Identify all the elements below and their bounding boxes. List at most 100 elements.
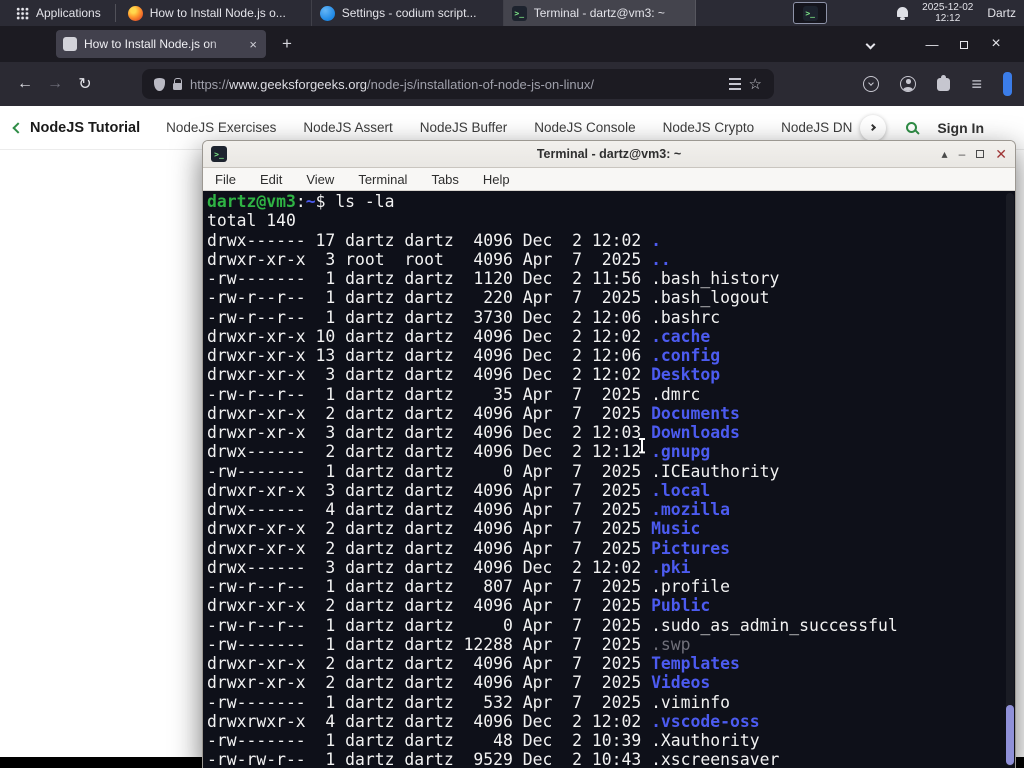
pocket-icon[interactable] xyxy=(863,76,880,92)
site-nav-link[interactable]: NodeJS DNS xyxy=(781,120,852,135)
taskbar-item-firefox[interactable]: How to Install Node.js o... xyxy=(120,0,312,26)
codium-icon xyxy=(319,5,335,21)
tray-terminal-launcher[interactable] xyxy=(793,2,828,24)
tab-overflow-chevron-icon[interactable] xyxy=(865,39,876,49)
new-tab-button[interactable]: + xyxy=(276,34,298,54)
menu-item-view[interactable]: View xyxy=(306,172,334,187)
lock-icon[interactable] xyxy=(173,77,183,90)
url-prefix: https:// xyxy=(190,76,230,92)
site-nav-active-item[interactable]: NodeJS Tutorial xyxy=(30,120,140,136)
terminal-window-icon xyxy=(211,146,227,162)
tracking-shield-icon[interactable] xyxy=(154,77,165,91)
menu-item-edit[interactable]: Edit xyxy=(260,172,282,187)
terminal-line: drwxr-xr-x 3 root root 4096 Apr 7 2025 .… xyxy=(207,249,671,269)
toolbar-right-icons: ≡ xyxy=(863,72,1014,96)
refresh-icon[interactable]: ↻ xyxy=(70,69,100,99)
panel-clock[interactable]: 2025-12-02 12:12 xyxy=(922,2,973,25)
terminal-line: drwxr-xr-x 2 dartz dartz 4096 Apr 7 2025… xyxy=(207,519,701,539)
tab-close-icon[interactable]: × xyxy=(247,37,259,52)
terminal-line: drwxr-xr-x 10 dartz dartz 4096 Dec 2 12:… xyxy=(207,326,711,346)
site-nav-links: NodeJS Exercises NodeJS Assert NodeJS Buff… xyxy=(166,120,852,135)
terminal-line: drwxr-xr-x 2 dartz dartz 4096 Apr 7 2025… xyxy=(207,673,711,693)
terminal-line: drwxrwxr-x 4 dartz dartz 4096 Dec 2 12:0… xyxy=(207,711,760,731)
terminal-line: drwxr-xr-x 2 dartz dartz 4096 Apr 7 2025… xyxy=(207,403,740,423)
site-nav-link[interactable]: NodeJS Buffer xyxy=(420,120,508,135)
reader-mode-icon[interactable] xyxy=(728,78,741,90)
tab-favicon xyxy=(63,37,77,51)
panel-user-label[interactable]: Dartz xyxy=(987,6,1016,20)
menu-item-terminal[interactable]: Terminal xyxy=(358,172,407,187)
terminal-line: drwxr-xr-x 2 dartz dartz 4096 Apr 7 2025… xyxy=(207,596,711,616)
url-host: www.geeksforgeeks.org xyxy=(229,76,368,92)
terminal-line: -rw-r--r-- 1 dartz dartz 35 Apr 7 2025 .… xyxy=(207,384,701,404)
site-nav-link[interactable]: NodeJS Assert xyxy=(303,120,392,135)
search-icon[interactable] xyxy=(906,122,918,133)
url-bar[interactable]: https://www.geeksforgeeks.org/node-js/in… xyxy=(142,69,774,99)
terminal-line: -rw-rw-r-- 1 dartz dartz 9529 Dec 2 10:4… xyxy=(207,750,780,768)
window-controls: — × xyxy=(865,35,1024,53)
terminal-line: drwx------ 2 dartz dartz 4096 Dec 2 12:1… xyxy=(207,442,711,462)
terminal-line: total 140 xyxy=(207,211,296,231)
site-nav-right: Sign In xyxy=(860,114,1010,141)
notification-bell-icon[interactable] xyxy=(897,7,909,20)
tab-bar: How to Install Node.js on × + — × xyxy=(0,26,1024,62)
close-icon[interactable]: ✕ xyxy=(995,146,1007,163)
terminal-titlebar[interactable]: Terminal - dartz@vm3: ~ ▴ – ✕ xyxy=(203,141,1015,168)
terminal-screen[interactable]: dartz@vm3:~$ ls -la total 140 drwx------ 1… xyxy=(203,191,1015,768)
clock-date: 2025-12-02 xyxy=(922,1,974,13)
site-nav-link[interactable]: NodeJS Console xyxy=(534,120,635,135)
mouse-cursor-ibeam xyxy=(638,438,646,453)
terminal-line: drwx------ 17 dartz dartz 4096 Dec 2 12:… xyxy=(207,230,661,250)
terminal-line: drwxr-xr-x 2 dartz dartz 4096 Apr 7 2025… xyxy=(207,538,731,558)
terminal-line: -rw------- 1 dartz dartz 532 Apr 7 2025 … xyxy=(207,692,731,712)
terminal-line: -rw-r--r-- 1 dartz dartz 220 Apr 7 2025 … xyxy=(207,288,770,308)
shade-icon[interactable]: ▴ xyxy=(942,147,948,161)
terminal-line: drwx------ 3 dartz dartz 4096 Dec 2 12:0… xyxy=(207,557,691,577)
terminal-line: -rw-r--r-- 1 dartz dartz 807 Apr 7 2025 … xyxy=(207,577,731,596)
sidebar-toggle-icon[interactable] xyxy=(1003,72,1012,96)
terminal-scrollbar-track[interactable] xyxy=(1006,193,1014,766)
menu-item-help[interactable]: Help xyxy=(483,172,510,187)
menu-item-file[interactable]: File xyxy=(215,172,236,187)
terminal-menubar: File Edit View Terminal Tabs Help xyxy=(203,168,1015,191)
back-icon[interactable]: ← xyxy=(10,69,40,99)
navigation-toolbar: ← → ↻ https://www.geeksforgeeks.org/node… xyxy=(0,62,1024,106)
terminal-title: Terminal - dartz@vm3: ~ xyxy=(536,147,682,161)
menu-item-tabs[interactable]: Tabs xyxy=(431,172,458,187)
maximize-icon[interactable] xyxy=(976,147,985,161)
browser-tab[interactable]: How to Install Node.js on × xyxy=(56,30,266,58)
account-icon[interactable] xyxy=(900,76,917,92)
terminal-line: -rw-r--r-- 1 dartz dartz 3730 Dec 2 12:0… xyxy=(207,307,721,327)
minimize-icon[interactable]: — xyxy=(916,37,948,52)
terminal-window-controls: ▴ – ✕ xyxy=(942,146,1007,163)
desktop: Applications How to Install Node.js o...… xyxy=(0,0,1024,768)
terminal-scrollbar-thumb[interactable] xyxy=(1006,705,1014,765)
terminal-line: -rw-r--r-- 1 dartz dartz 0 Apr 7 2025 .s… xyxy=(207,615,898,635)
firefox-icon xyxy=(127,5,143,21)
terminal-line: -rw------- 1 dartz dartz 12288 Apr 7 202… xyxy=(207,634,691,654)
applications-label: Applications xyxy=(36,6,101,20)
terminal-output: dartz@vm3:~$ ls -la total 140 drwx------ 1… xyxy=(207,192,1015,768)
terminal-line: -rw------- 1 dartz dartz 48 Dec 2 10:39 … xyxy=(207,731,760,750)
bookmark-star-icon[interactable]: ☆ xyxy=(749,77,762,92)
minimize-icon[interactable]: – xyxy=(959,147,966,161)
sign-in-button[interactable]: Sign In xyxy=(937,120,984,136)
url-text: https://www.geeksforgeeks.org/node-js/in… xyxy=(190,77,721,92)
taskbar-item-codium[interactable]: Settings - codium script... xyxy=(312,0,504,26)
top-panel: Applications How to Install Node.js o...… xyxy=(0,0,1024,26)
site-nav-link[interactable]: NodeJS Crypto xyxy=(663,120,755,135)
maximize-icon[interactable] xyxy=(948,37,980,52)
close-icon[interactable]: × xyxy=(980,35,1012,53)
extensions-icon[interactable] xyxy=(937,74,951,91)
terminal-line: -rw------- 1 dartz dartz 0 Apr 7 2025 .I… xyxy=(207,461,780,481)
nav-scroll-right-button[interactable] xyxy=(860,114,887,141)
taskbar-item-terminal[interactable]: Terminal - dartz@vm3: ~ xyxy=(503,0,696,26)
site-nav-link[interactable]: NodeJS Exercises xyxy=(166,120,276,135)
url-path: /node-js/installation-of-node-js-on-linu… xyxy=(367,76,594,92)
applications-menu-button[interactable]: Applications xyxy=(6,0,111,26)
terminal-window: Terminal - dartz@vm3: ~ ▴ – ✕ File Edit Vi… xyxy=(202,140,1016,768)
chevron-left-icon[interactable] xyxy=(12,121,24,134)
forward-icon[interactable]: → xyxy=(40,69,70,99)
menu-icon[interactable]: ≡ xyxy=(971,75,982,93)
terminal-line: drwxr-xr-x 3 dartz dartz 4096 Dec 2 12:0… xyxy=(207,365,721,385)
